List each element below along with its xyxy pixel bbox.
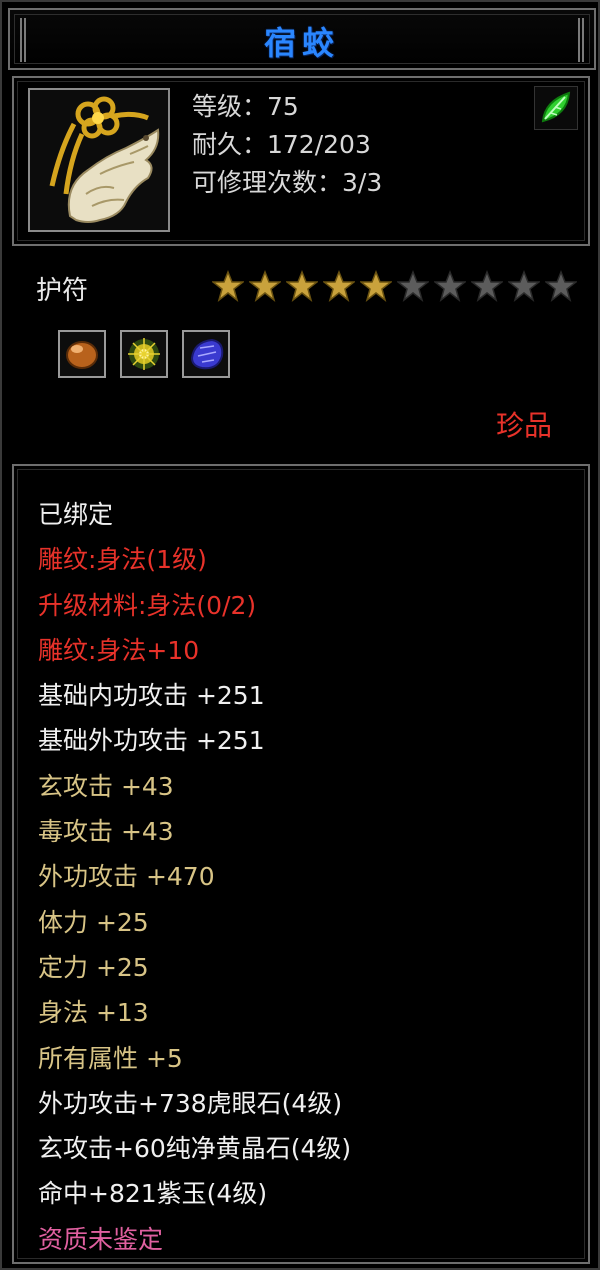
item-stats: 等级：75 耐久：172/203 可修理次数：3/3 [192,88,382,202]
durability-text: 耐久：172/203 [192,130,371,159]
gem-slots [58,330,230,378]
rarity-label: 珍品 [495,409,552,442]
star-empty-icon [471,270,503,302]
property-list: 已绑定雕纹:身法(1级) 升级材料:身法(0/2) 雕纹:身法+10 基础内功攻击 +… [38,492,351,1262]
property-line: 命中+821紫玉(4级) [38,1179,268,1209]
star-empty-icon [508,270,540,302]
item-properties-panel: 已绑定雕纹:身法(1级) 升级材料:身法(0/2) 雕纹:身法+10 基础内功攻击 +… [12,464,590,1264]
star-rating [212,270,577,302]
star-filled-icon [286,270,318,302]
title-bar: 宿蛟 [8,8,596,70]
property-line: 外功攻击+738虎眼石(4级) [38,1088,343,1118]
property-line: 定力 +25 [38,952,149,982]
star-empty-icon [545,270,577,302]
property-line: 玄攻击+60纯净黄晶石(4级) [38,1134,352,1164]
property-line: 外功攻击 +470 [38,862,215,892]
property-line: 体力 +25 [38,907,149,937]
property-line: 毒攻击 +43 [38,817,174,847]
amber-stone-icon [58,330,106,378]
property-line: 雕纹:身法(1级) [38,545,207,575]
jade-dragon-amulet-icon [28,88,170,232]
item-name: 宿蛟 [263,24,340,62]
level-text: 等级：75 [192,92,299,121]
property-line: 玄攻击 +43 [38,771,174,801]
item-type: 护符 [36,276,89,306]
item-tooltip: 宿蛟 等级：75 耐久：172/203 可修理次数：3/3 护符 珍品 已绑定 … [0,0,600,1270]
item-summary-panel: 等级：75 耐久：172/203 可修理次数：3/3 [12,76,590,246]
star-empty-icon [397,270,429,302]
star-filled-icon [360,270,392,302]
yellow-crystal-icon [120,330,168,378]
green-leaf-icon [534,86,578,130]
star-filled-icon [212,270,244,302]
repair-count-text: 可修理次数：3/3 [192,168,383,197]
property-line: 身法 +13 [38,998,149,1028]
star-empty-icon [434,270,466,302]
property-line: 基础内功攻击 +251 [38,681,265,711]
purple-jade-icon [182,330,230,378]
property-line: 已绑定 [38,500,114,529]
property-line: 资质未鉴定 [38,1224,164,1254]
star-filled-icon [249,270,281,302]
property-line: 基础外功攻击 +251 [38,726,265,756]
property-line: 升级材料:身法(0/2) [38,590,257,620]
title-ornament-right [578,18,584,62]
star-filled-icon [323,270,355,302]
property-line: 所有属性 +5 [38,1043,183,1073]
property-line: 雕纹:身法+10 [38,635,200,665]
